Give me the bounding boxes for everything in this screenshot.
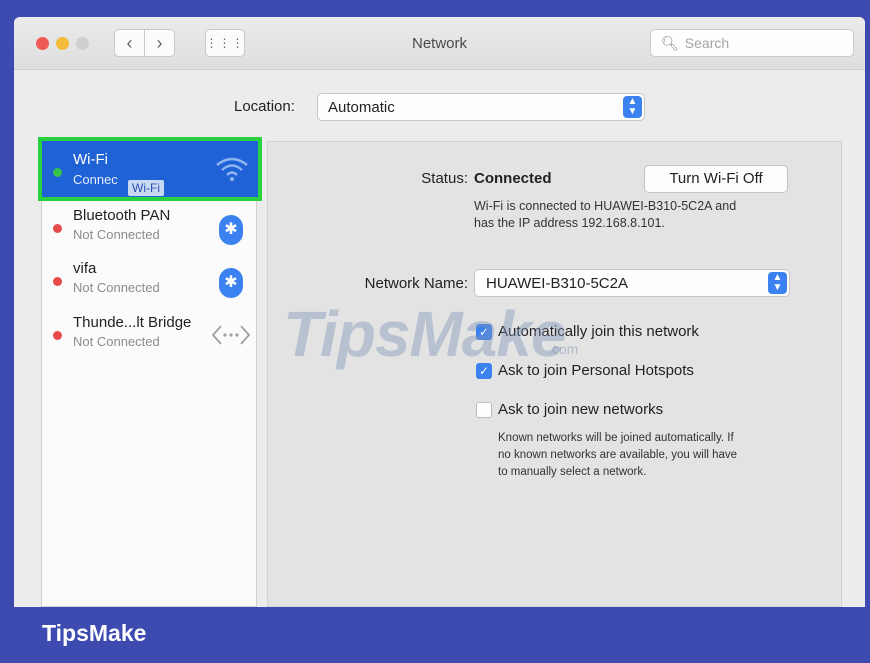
watermark-suffix: .com [548, 341, 579, 357]
location-label: Location: [234, 98, 295, 115]
service-name: Thunde...lt Bridge [73, 314, 192, 331]
service-list: Wi-Fi Connec Wi-Fi Bluetooth PAN Not Con… [38, 137, 262, 607]
status-dot [53, 224, 62, 233]
service-name: Wi-Fi [73, 151, 108, 168]
watermark: TipsMake [283, 298, 566, 370]
location-value: Automatic [328, 99, 395, 116]
status-dot [53, 168, 62, 177]
status-label: Status: [421, 170, 468, 187]
service-name: vifa [73, 260, 97, 277]
service-item-bluetooth-pan[interactable]: Bluetooth PAN Not Connected ✱ [42, 203, 256, 255]
tipsmake-frame: ‹ › ⋮⋮⋮ Network 🔍︎ Search Location: Auto… [0, 0, 870, 663]
search-input[interactable]: 🔍︎ Search [650, 29, 854, 57]
status-dot [53, 277, 62, 286]
network-name-select[interactable]: HUAWEI-B310-5C2A ▲ ▼ [474, 269, 790, 297]
title-bar: ‹ › ⋮⋮⋮ Network 🔍︎ Search [14, 17, 865, 70]
status-value: Connected [474, 170, 552, 187]
select-stepper-icon: ▲ ▼ [623, 96, 642, 118]
turn-wifi-off-button[interactable]: Turn Wi-Fi Off [644, 165, 788, 193]
service-item-thunderbolt-bridge[interactable]: Thunde...lt Bridge Not Connected [42, 310, 256, 362]
select-stepper-icon: ▲ ▼ [768, 272, 787, 294]
service-status: Not Connected [73, 334, 160, 349]
status-description-line: Wi-Fi is connected to HUAWEI-B310-5C2A a… [474, 199, 737, 213]
service-status: Not Connected [73, 280, 160, 295]
status-description: Wi-Fi is connected to HUAWEI-B310-5C2A a… [474, 198, 736, 232]
magnifier-icon: 🔍︎ [661, 34, 679, 51]
drag-tooltip: Wi-Fi [128, 180, 164, 196]
brand-logo: TipsMake [42, 620, 147, 646]
known-networks-note: Known networks will be joined automatica… [498, 430, 737, 481]
status-description-line: has the IP address 192.168.8.101. [474, 216, 665, 230]
note-line: Known networks will be joined automatica… [498, 432, 734, 444]
detail-panel: Status: Connected Turn Wi-Fi Off Wi-Fi i… [267, 141, 842, 607]
ask-new-networks-label: Ask to join new networks [498, 401, 664, 418]
network-name-label: Network Name: [364, 275, 468, 292]
bluetooth-icon: ✱ [219, 268, 243, 298]
status-dot [53, 331, 62, 340]
service-status: Connec [73, 172, 118, 187]
location-select[interactable]: Automatic ▲ ▼ [317, 93, 645, 121]
service-item-vifa[interactable]: vifa Not Connected ✱ [42, 256, 256, 308]
thunderbolt-bridge-icon [211, 325, 251, 345]
service-item-wifi[interactable]: Wi-Fi Connec Wi-Fi [38, 137, 262, 201]
wifi-icon [216, 157, 248, 181]
service-name: Bluetooth PAN [73, 207, 171, 224]
note-line: to manually select a network. [498, 466, 647, 478]
bluetooth-icon: ✱ [219, 215, 243, 245]
note-line: no known networks are available, you wil… [498, 449, 738, 461]
service-status: Not Connected [73, 227, 160, 242]
ask-new-networks-checkbox[interactable] [476, 402, 492, 418]
search-placeholder: Search [684, 35, 730, 51]
network-name-value: HUAWEI-B310-5C2A [486, 275, 628, 292]
